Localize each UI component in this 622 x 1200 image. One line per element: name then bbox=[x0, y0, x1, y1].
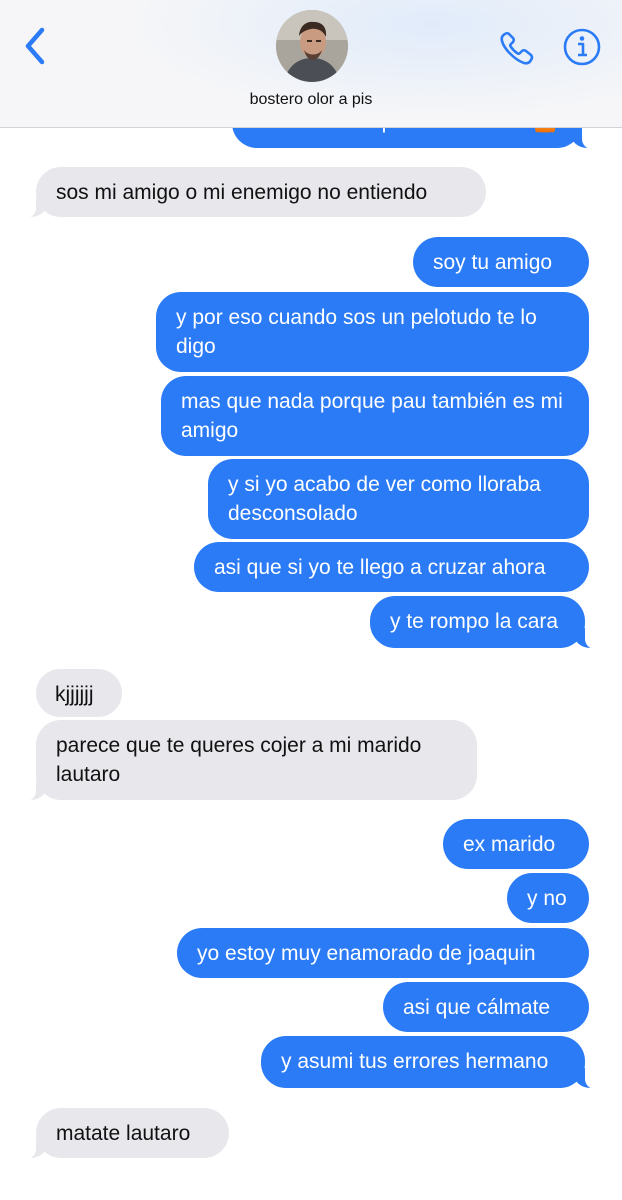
outgoing-message[interactable]: yo estoy muy enamorado de joaquin bbox=[177, 928, 589, 978]
phone-icon[interactable] bbox=[496, 27, 538, 69]
conversation-header: bostero olor a pis bbox=[0, 0, 622, 128]
outgoing-message[interactable]: y si yo acabo de ver como lloraba descon… bbox=[208, 459, 589, 539]
messages-screen: el sol no se tapa con un dedo 🤷 sos mi a… bbox=[0, 0, 622, 1200]
outgoing-message[interactable]: mas que nada porque pau también es mi am… bbox=[161, 376, 589, 456]
outgoing-message[interactable]: asi que si yo te llego a cruzar ahora bbox=[194, 542, 589, 592]
outgoing-message[interactable]: y te rompo la cara bbox=[370, 596, 599, 649]
incoming-message[interactable]: sos mi amigo o mi enemigo no entiendo bbox=[22, 167, 486, 218]
outgoing-message[interactable]: asi que cálmate bbox=[383, 982, 589, 1032]
chevron-left-icon[interactable] bbox=[20, 24, 56, 68]
outgoing-message[interactable]: y por eso cuando sos un pelotudo te lo d… bbox=[156, 292, 589, 372]
incoming-message[interactable]: kjjjjjj bbox=[36, 669, 122, 717]
incoming-message[interactable]: matate lautaro bbox=[22, 1108, 229, 1159]
message-thread[interactable]: el sol no se tapa con un dedo 🤷 sos mi a… bbox=[0, 0, 622, 1200]
outgoing-message[interactable]: soy tu amigo bbox=[413, 237, 589, 287]
contact-name[interactable]: bostero olor a pis bbox=[0, 91, 622, 109]
incoming-message[interactable]: parece que te queres cojer a mi marido l… bbox=[22, 720, 477, 801]
outgoing-message[interactable]: ex marido bbox=[443, 819, 589, 869]
avatar[interactable] bbox=[276, 10, 348, 82]
info-icon[interactable] bbox=[562, 27, 602, 67]
outgoing-message[interactable]: y no bbox=[507, 873, 589, 923]
outgoing-message[interactable]: y asumi tus errores hermano bbox=[261, 1036, 599, 1089]
